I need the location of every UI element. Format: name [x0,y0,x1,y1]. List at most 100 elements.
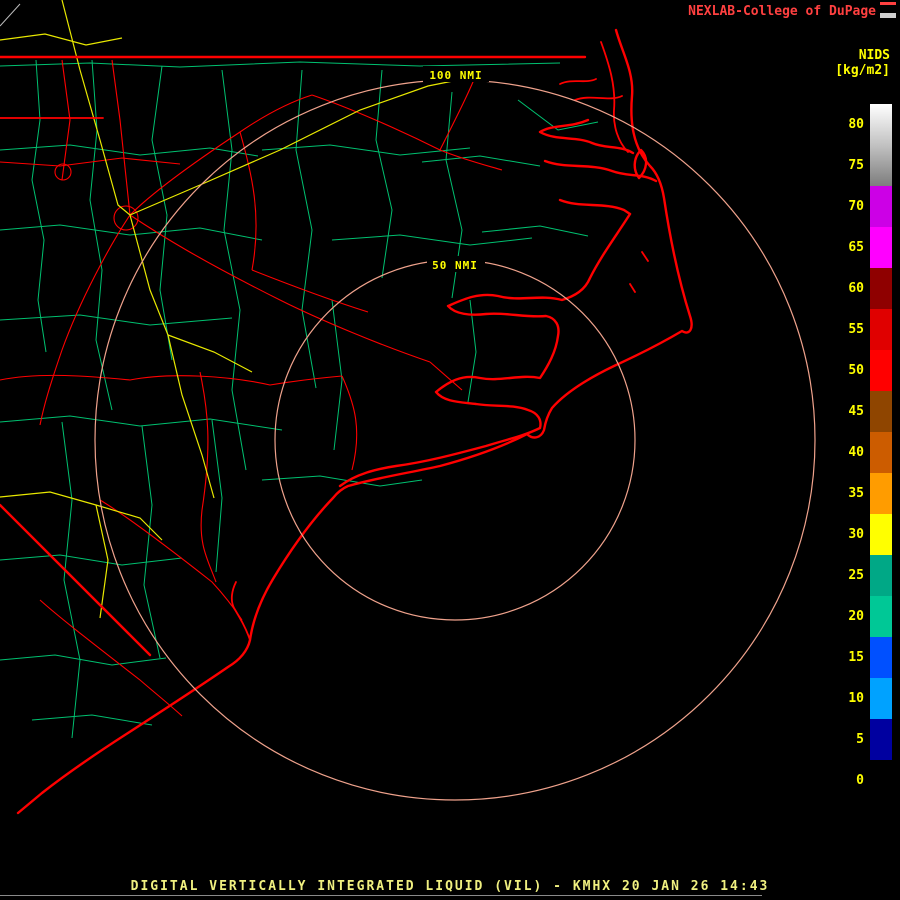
colorbar-swatch [870,350,892,391]
colorbar-row: 5 [834,719,892,760]
colorbar-swatch [870,432,892,473]
colorbar-row: 10 [834,678,892,719]
county-line [151,65,173,361]
colorbar-tick-label: 45 [848,404,864,419]
highway-line [311,94,503,171]
colorbar-swatch [870,227,892,268]
county-line [331,299,343,451]
sound-island [641,251,649,262]
range-rings: 100 NMI 50 NMI [94,66,816,801]
colorbar-tick-label: 55 [848,322,864,337]
sound-island [629,283,636,293]
product-title: DIGITAL VERTICALLY INTEGRATED LIQUID (VI… [130,879,770,894]
highway-line [251,269,369,313]
colorbar-tick-label: 40 [848,445,864,460]
colorbar-swatch [870,596,892,637]
interstate-line [129,214,215,499]
colorbar-tick-label: 5 [856,732,864,747]
county-line [89,59,113,411]
colorbar-row: 0 [834,760,892,801]
interstate-lines-yellow [0,0,469,619]
colorbar-row: 60 [834,268,892,309]
county-line [331,234,533,246]
range-ring-label-100: 100 NMI [429,69,482,82]
colorbar-title-block: NIDS [kg/m2] [835,48,890,78]
colorbar-tick-label: 60 [848,281,864,296]
mainland-sound-shoreline [338,212,632,488]
highway-line [341,375,358,471]
colorbar-tick-label: 50 [848,363,864,378]
southern-coastline [16,432,529,815]
colorbar-swatch [870,268,892,309]
colorbar: 80 75 70 65 60 55 50 45 40 35 30 25 20 15 10 5 0 [834,104,892,801]
colorbar-tick-label: 70 [848,199,864,214]
colorbar-row: 55 [834,309,892,350]
colorbar-swatch [870,104,892,145]
interstate-line [0,33,123,46]
colorbar-swatch [870,186,892,227]
interstate-line [167,334,253,373]
range-ring-label-50: 50 NMI [432,259,478,272]
albemarle-shoreline [538,118,635,155]
colorbar-units: [kg/m2] [835,63,890,78]
county-line [421,155,541,167]
state-border-lines [0,55,587,657]
highway-line [239,131,257,271]
colorbar-row: 75 [834,145,892,186]
county-line [31,59,47,353]
colorbar-row: 35 [834,473,892,514]
interstate-line [129,77,469,216]
colorbar-tick-label: 65 [848,240,864,255]
colorbar-row: 70 [834,186,892,227]
radar-display: 100 NMI 50 NMI NEXLAB-College of DuPage … [0,0,900,900]
colorbar-swatch [870,309,892,350]
footer-underline [0,895,762,896]
colorbar-row: 80 [834,104,892,145]
colorbar-tick-label: 20 [848,609,864,624]
colorbar-tick-label: 15 [848,650,864,665]
colorbar-tick-label: 35 [848,486,864,501]
county-line [295,69,317,389]
colorbar-swatch [870,637,892,678]
coastline [16,28,693,815]
colorbar-row: 50 [834,350,892,391]
colorbar-swatch [870,145,892,186]
colorbar-tick-label: 75 [848,158,864,173]
river-shoreline [559,78,597,85]
county-line [481,225,589,237]
colorbar-swatch [870,678,892,719]
colorbar-swatch [870,719,892,760]
interstate-line [0,491,163,541]
colorbar-tick-label: 10 [848,691,864,706]
cod-weather-logo-icon [880,2,896,18]
highway-line [129,214,431,363]
colorbar-row: 45 [834,391,892,432]
county-line [0,144,259,157]
highway-line [61,59,71,181]
highway-line [0,157,181,167]
colorbar-swatch [870,760,892,801]
colorbar-row: 40 [834,432,892,473]
colorbar-tick-label: 30 [848,527,864,542]
county-line [0,554,183,566]
colorbar-swatch [870,473,892,514]
county-line [0,224,263,241]
colorbar-row: 25 [834,555,892,596]
sound-shoreline [558,198,632,216]
colorbar-tick-label: 25 [848,568,864,583]
site-title: NEXLAB-College of DuPage [688,4,876,19]
colorbar-row: 30 [834,514,892,555]
radar-map: 100 NMI 50 NMI [0,0,816,815]
colorbar-tick-label: 0 [856,773,864,788]
county-line [61,421,81,739]
county-line [0,654,167,666]
range-ring-100nmi [94,79,816,801]
outer-banks-coastline [525,28,693,439]
map-edge-artifact [0,3,21,27]
colorbar-row: 20 [834,596,892,637]
cape-fear-river [230,581,251,641]
colorbar-swatch [870,514,892,555]
colorbar-title: NIDS [858,48,890,63]
colorbar-row: 65 [834,227,892,268]
county-line [31,714,153,726]
